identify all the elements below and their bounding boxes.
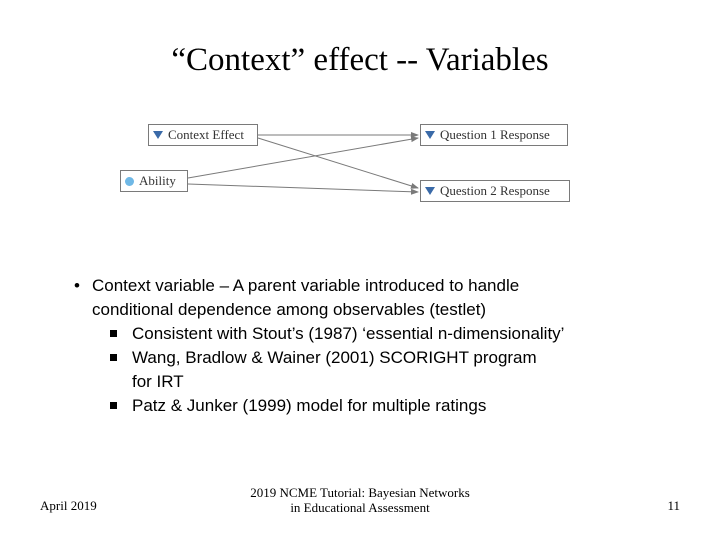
node-label: Ability xyxy=(139,173,176,189)
bullet-level-1: Context variable – A parent variable int… xyxy=(70,275,670,297)
footer-center-line2: in Educational Assessment xyxy=(290,500,429,515)
slide: “Context” effect -- Variables Context Ef… xyxy=(0,0,720,540)
bullet-text: for IRT xyxy=(132,372,184,391)
bullet-text: Patz & Junker (1999) model for multiple … xyxy=(132,396,486,415)
node-question-1-response: Question 1 Response xyxy=(420,124,568,146)
bullet-block: Context variable – A parent variable int… xyxy=(70,275,670,420)
node-ability: Ability xyxy=(120,170,188,192)
bullet-level-1-cont: conditional dependence among observables… xyxy=(70,299,670,321)
edge-ability-q2 xyxy=(188,184,418,192)
node-label: Question 1 Response xyxy=(440,127,550,143)
node-label: Question 2 Response xyxy=(440,183,550,199)
node-label: Context Effect xyxy=(168,127,244,143)
footer-center: 2019 NCME Tutorial: Bayesian Networks in… xyxy=(0,485,720,516)
dot-icon xyxy=(125,177,134,186)
bullet-text: Consistent with Stout’s (1987) ‘essentia… xyxy=(132,324,564,343)
bullet-text: Wang, Bradlow & Wainer (2001) SCORIGHT p… xyxy=(132,348,537,367)
triangle-icon xyxy=(425,131,435,139)
node-question-2-response: Question 2 Response xyxy=(420,180,570,202)
bullet-level-2-cont: for IRT xyxy=(70,371,670,393)
footer-page-number: 11 xyxy=(667,498,680,514)
bullet-text: conditional dependence among observables… xyxy=(92,300,486,319)
footer-center-line1: 2019 NCME Tutorial: Bayesian Networks xyxy=(250,485,470,500)
edge-context-q2 xyxy=(258,138,418,188)
bullet-level-2: Wang, Bradlow & Wainer (2001) SCORIGHT p… xyxy=(70,347,670,369)
node-context-effect: Context Effect xyxy=(148,124,258,146)
bayes-net-diagram: Context Effect Ability Question 1 Respon… xyxy=(120,120,610,230)
bullet-level-2: Consistent with Stout’s (1987) ‘essentia… xyxy=(70,323,670,345)
triangle-icon xyxy=(153,131,163,139)
bullet-level-2: Patz & Junker (1999) model for multiple … xyxy=(70,395,670,417)
bullet-text: Context variable – A parent variable int… xyxy=(92,276,519,295)
triangle-icon xyxy=(425,187,435,195)
slide-title: “Context” effect -- Variables xyxy=(0,42,720,79)
